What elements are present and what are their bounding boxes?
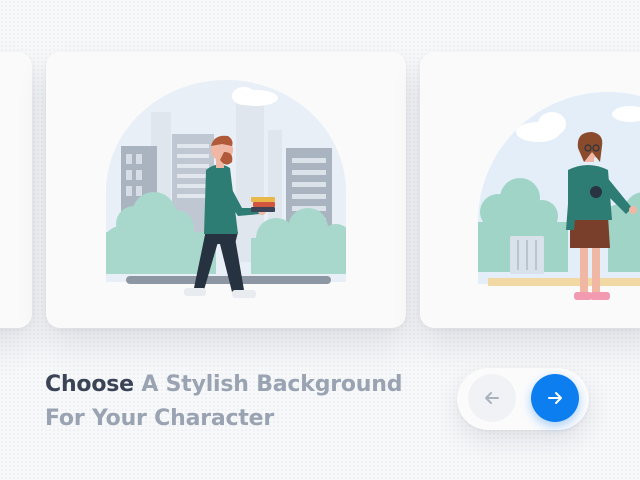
page-headline: Choose A Stylish Background For Your Cha…	[45, 368, 425, 436]
carousel-card-active[interactable]	[46, 52, 406, 328]
carousel-card-next[interactable]	[420, 52, 640, 328]
next-button[interactable]	[531, 374, 579, 422]
arrow-right-icon	[548, 392, 562, 404]
carousel-navigation	[457, 368, 589, 430]
carousel-card-previous[interactable]	[0, 52, 32, 328]
background-illustration-garden	[478, 92, 640, 300]
background-illustration-city	[106, 80, 346, 298]
arrow-left-icon	[485, 392, 499, 404]
previous-button[interactable]	[468, 374, 516, 422]
headline-emphasis: Choose	[45, 372, 134, 397]
